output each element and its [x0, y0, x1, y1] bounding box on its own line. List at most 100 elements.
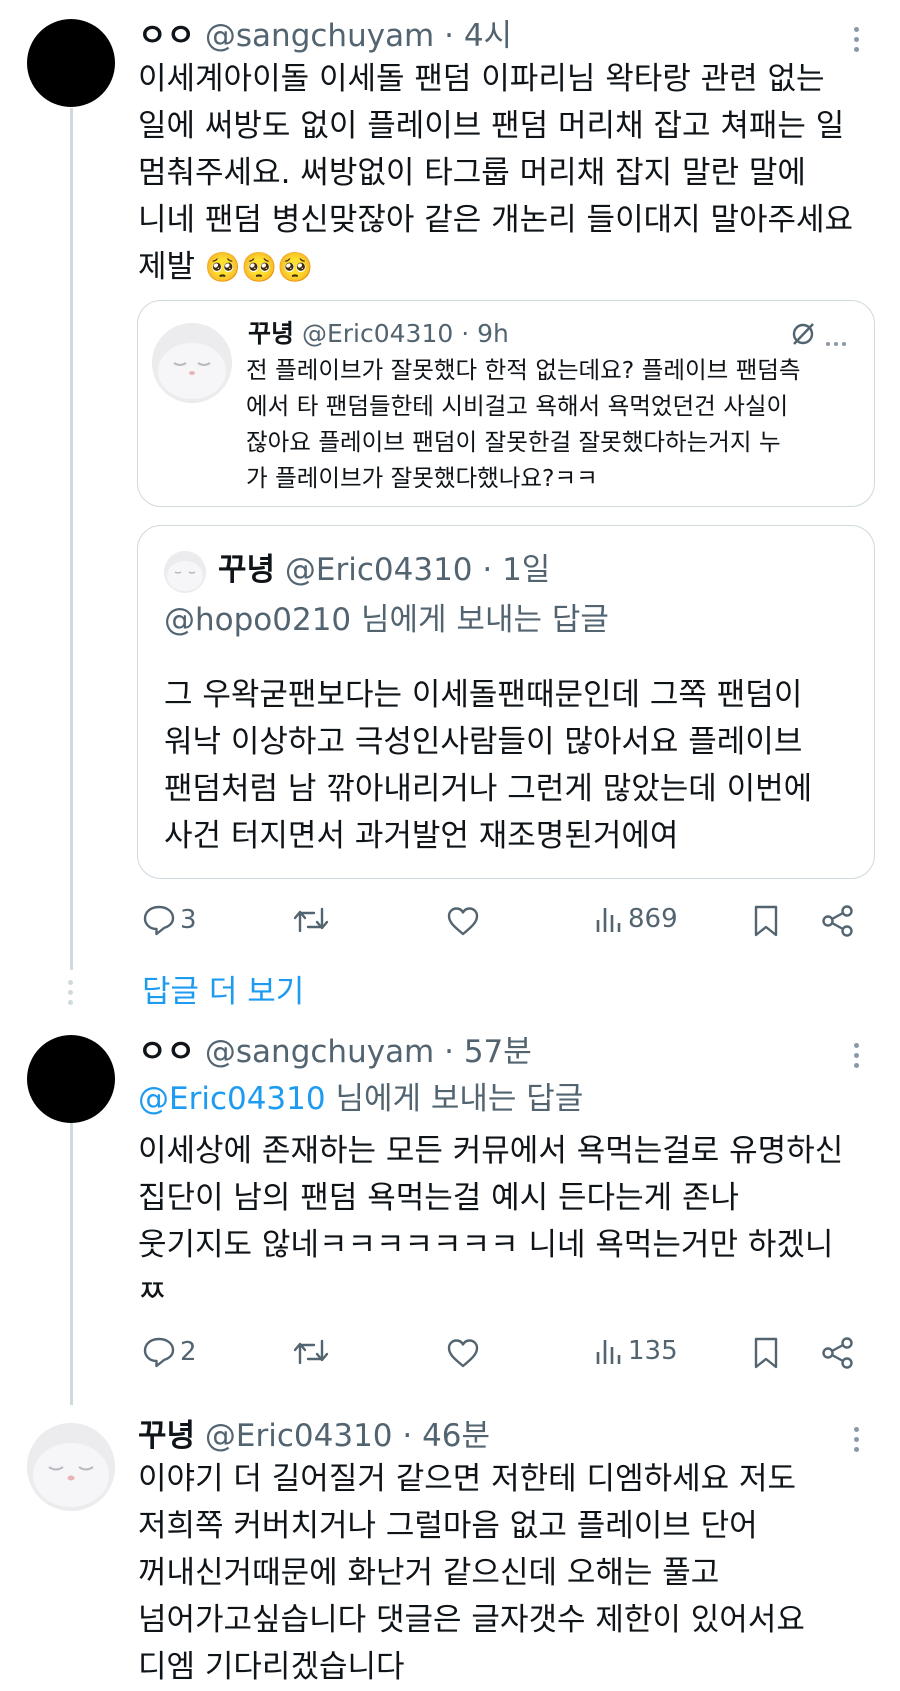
views-button[interactable]: 869 — [594, 904, 678, 934]
text-line: 꺼내신거때문에 화난거 같으신데 오해는 풀고 — [138, 1555, 720, 1591]
text-line: 넘어가고싶습니다 댓글은 글자갯수 제한이 있어서요 — [138, 1602, 805, 1638]
share-icon — [822, 905, 853, 937]
bookmark-button[interactable] — [752, 1336, 780, 1370]
timestamp: · 9h — [461, 319, 509, 348]
reply-icon — [143, 1337, 175, 1368]
show-more-replies[interactable]: 답글 더 보기 — [142, 972, 304, 1012]
like-button[interactable] — [446, 906, 480, 936]
tweet-text: 이세계아이돌 이세돌 팬덤 이파리님 왁타랑 관련 없는 일에 써방도 없이 플… — [138, 56, 878, 291]
views-icon — [596, 908, 621, 932]
quote-text: 전 플레이브가 잘못했다 한적 없는데요? 플레이브 팬덤측 에서 타 팬덤들한… — [246, 352, 801, 496]
bookmark-button[interactable] — [752, 904, 780, 938]
reply-icon — [143, 905, 175, 936]
grok-icon — [790, 321, 816, 351]
share-icon — [822, 1337, 853, 1369]
like-icon — [447, 907, 479, 936]
text-line: 팬덤처럼 남 깎아내리거나 그런게 많았는데 이번에 — [164, 771, 813, 807]
display-name[interactable]: ㅇㅇ — [138, 18, 195, 54]
text-line: 일에 써방도 없이 플레이브 팬덤 머리채 잡고 쳐패는 일 — [138, 108, 845, 144]
timestamp[interactable]: · 57분 — [444, 1034, 532, 1070]
views-button[interactable]: 135 — [594, 1336, 678, 1366]
tweet-text: 이세상에 존재하는 모든 커뮤에서 욕먹는걸로 유명하신 집단이 남의 팬덤 욕… — [138, 1128, 878, 1316]
more-icon[interactable] — [851, 1427, 861, 1457]
views-icon — [596, 1340, 621, 1364]
display-name[interactable]: 꾸녕 — [138, 1418, 195, 1454]
text-line: 이야기 더 길어질거 같으면 저한테 디엠하세요 저도 — [138, 1461, 797, 1497]
text-line: 워낙 이상하고 극성인사람들이 많아서요 플레이브 — [164, 724, 803, 760]
more-icon[interactable] — [851, 1043, 861, 1073]
text-line: 전 플레이브가 잘못했다 한적 없는데요? 플레이브 팬덤측 — [246, 356, 801, 384]
retweet-icon — [293, 1339, 329, 1365]
thread-line — [70, 108, 73, 970]
like-icon — [447, 1339, 479, 1368]
tweet-header: ㅇㅇ @sangchuyam · 4시 — [138, 16, 512, 56]
user-handle: @Eric04310 — [301, 319, 454, 348]
view-count: 135 — [628, 1336, 678, 1366]
replying-to: @hopo0210 님에게 보내는 답글 — [164, 600, 609, 640]
avatar[interactable] — [27, 1035, 115, 1123]
user-handle: @Eric04310 — [284, 552, 473, 588]
display-name: 꾸녕 — [248, 319, 295, 348]
text-last-line: 제발 — [138, 249, 196, 285]
text-line: 저희쪽 커버치거나 그럴마음 없고 플레이브 단어 — [138, 1508, 758, 1544]
share-button[interactable] — [821, 1336, 855, 1370]
user-handle[interactable]: @sangchuyam — [205, 1034, 434, 1070]
text-line: 그 우왁굳팬보다는 이세돌팬때문인데 그쪽 팬덤이 — [164, 677, 803, 713]
text-line: 가 플레이브가 잘못했다했나요?ㅋㅋ — [246, 464, 598, 492]
quote-header: 꾸녕 @Eric04310 · 1일 — [218, 550, 550, 590]
text-line: 제발 🥺🥺🥺 — [138, 244, 878, 291]
reply-to-suffix: 님에게 보내는 답글 — [325, 1081, 584, 1117]
replying-to: @Eric04310 님에게 보내는 답글 — [138, 1079, 583, 1119]
text-line: 이세상에 존재하는 모든 커뮤에서 욕먹는걸로 유명하신 — [138, 1133, 844, 1169]
share-button[interactable] — [821, 904, 855, 938]
bookmark-icon — [754, 905, 778, 937]
reply-button[interactable]: 2 — [142, 1336, 197, 1368]
text-line: 잖아요 플레이브 팬덤이 잘못한걸 잘못했다하는거지 누 — [246, 428, 781, 456]
quoted-tweet[interactable]: 꾸녕 @Eric04310 · 1일 @hopo0210 님에게 보내는 답글 … — [137, 525, 875, 879]
user-handle[interactable]: @sangchuyam — [205, 18, 434, 54]
cat-avatar — [27, 1423, 115, 1511]
text-line: ㅉ — [138, 1274, 167, 1310]
avatar[interactable] — [27, 1423, 115, 1511]
display-name[interactable]: ㅇㅇ — [138, 1034, 195, 1070]
text-line: 멈춰주세요. 써방없이 타그룹 머리채 잡지 말란 말에 — [138, 155, 806, 191]
reply-to-suffix: 님에게 보내는 답글 — [351, 602, 609, 638]
reply-count: 3 — [180, 905, 197, 935]
quote-header: 꾸녕 @Eric04310 · 9h — [248, 318, 509, 350]
display-name: 꾸녕 — [218, 552, 276, 588]
text-line: 에서 타 팬덤들한테 시비걸고 욕해서 욕먹었던건 사실이 — [246, 392, 789, 420]
more-icon[interactable] — [851, 27, 861, 57]
timestamp[interactable]: · 4시 — [444, 18, 512, 54]
thread-line — [70, 1123, 73, 1405]
tweet-text: 이야기 더 길어질거 같으면 저한테 디엠하세요 저도 저희쪽 커버치거나 그럴… — [138, 1456, 878, 1691]
text-line: 니네 팬덤 병신맞잖아 같은 개논리 들이대지 말아주세요 — [138, 202, 854, 238]
text-line: 집단이 남의 팬덤 욕먹는걸 예시 든다는게 존나 — [138, 1180, 740, 1216]
reply-button[interactable]: 3 — [142, 904, 197, 936]
pleading-face-emoji: 🥺🥺🥺 — [204, 250, 314, 284]
reply-count: 2 — [180, 1337, 197, 1367]
retweet-icon — [293, 907, 329, 933]
text-line: 이세계아이돌 이세돌 팬덤 이파리님 왁타랑 관련 없는 — [138, 61, 825, 97]
reply-to-handle: @hopo0210 — [164, 602, 352, 638]
text-line: 웃기지도 않네ㅋㅋㅋㅋㅋㅋㅋ 니네 욕먹는거만 하겠니 — [138, 1227, 834, 1263]
more-icon — [824, 331, 854, 350]
cat-avatar — [152, 323, 232, 403]
cat-avatar — [164, 551, 206, 593]
quoted-tweet-image[interactable]: 꾸녕 @Eric04310 · 9h 전 플레이브가 잘못했다 한적 없는데요?… — [137, 300, 875, 507]
user-handle[interactable]: @Eric04310 — [205, 1418, 393, 1454]
tweet-header: ㅇㅇ @sangchuyam · 57분 — [138, 1032, 532, 1072]
timestamp: · 1일 — [482, 552, 551, 588]
timestamp[interactable]: · 46분 — [402, 1418, 490, 1454]
view-count: 869 — [628, 904, 678, 934]
retweet-button[interactable] — [292, 905, 330, 935]
retweet-button[interactable] — [292, 1337, 330, 1367]
avatar[interactable] — [27, 19, 115, 107]
like-button[interactable] — [446, 1338, 480, 1368]
text-line: 사건 터지면서 과거발언 재조명된거에여 — [164, 818, 679, 854]
text-line: 디엠 기다리겠습니다 — [138, 1649, 405, 1685]
thread-gap-dots — [68, 980, 74, 1005]
quote-text: 그 우왁굳팬보다는 이세돌팬때문인데 그쪽 팬덤이 워낙 이상하고 극성인사람들… — [164, 672, 812, 860]
bookmark-icon — [754, 1337, 778, 1369]
reply-to-handle[interactable]: @Eric04310 — [138, 1081, 326, 1117]
tweet-header: 꾸녕 @Eric04310 · 46분 — [138, 1416, 490, 1456]
